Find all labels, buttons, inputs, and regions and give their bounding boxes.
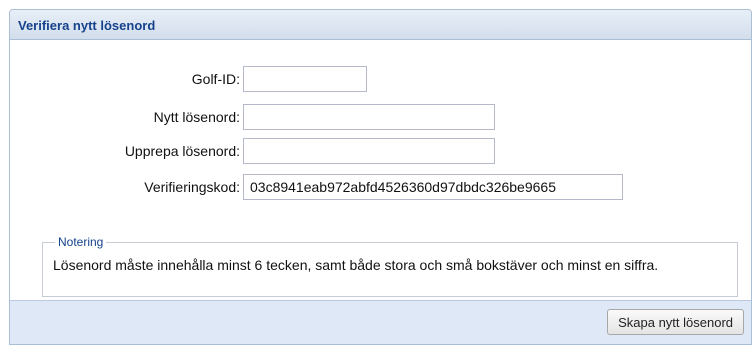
new-password-label: Nytt lösenord:: [153, 109, 240, 125]
golf-id-input[interactable]: [243, 66, 367, 92]
panel-footer: Skapa nytt lösenord: [10, 300, 751, 344]
note-fieldset: Notering Lösenord måste innehålla minst …: [42, 235, 738, 297]
panel-title: Verifiera nytt lösenord: [18, 18, 156, 33]
panel-header: Verifiera nytt lösenord: [10, 10, 751, 40]
note-text: Lösenord måste innehålla minst 6 tecken,…: [53, 257, 659, 273]
verification-code-input[interactable]: [243, 174, 623, 200]
note-legend: Notering: [58, 235, 104, 249]
repeat-password-input[interactable]: [243, 138, 495, 164]
repeat-password-label: Upprepa lösenord:: [124, 143, 240, 159]
verify-password-panel: Verifiera nytt lösenord Golf-ID: Nytt lö…: [9, 9, 752, 345]
new-password-input[interactable]: [243, 104, 495, 130]
golf-id-label: Golf-ID:: [191, 71, 240, 87]
verification-code-label: Verifieringskod:: [144, 179, 240, 195]
create-password-button[interactable]: Skapa nytt lösenord: [607, 309, 744, 335]
